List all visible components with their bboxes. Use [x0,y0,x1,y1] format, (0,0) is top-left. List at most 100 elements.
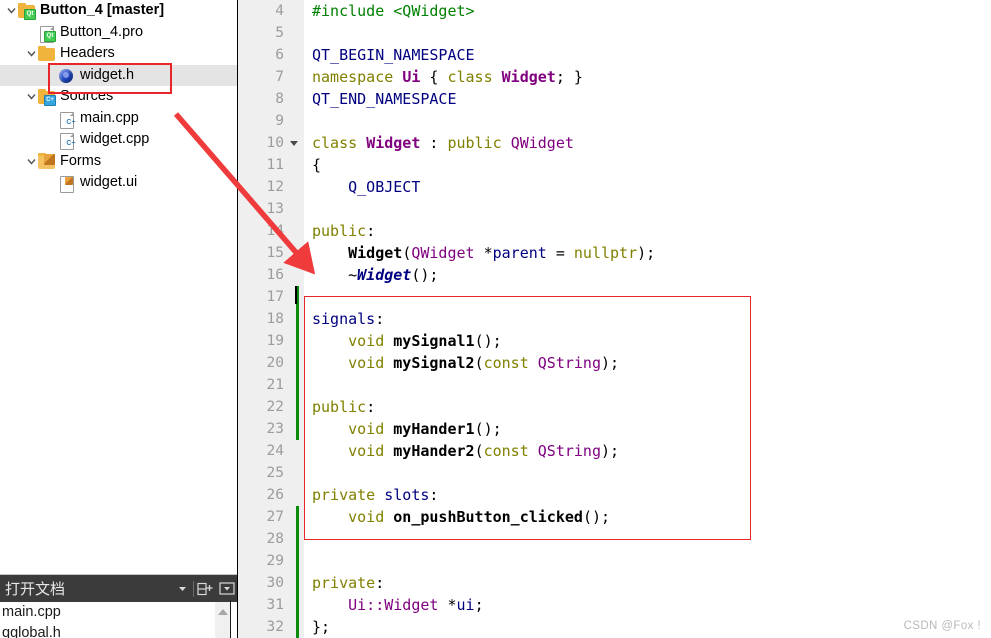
code-line[interactable]: 15 Widget(QWidget *parent = nullptr); [238,242,991,264]
line-number: 29 [266,553,284,569]
code-line[interactable]: 22 public: [238,396,991,418]
code-line[interactable]: 18 signals: [238,308,991,330]
tree-item-label: widget.ui [80,174,138,190]
line-number: 5 [275,25,284,41]
open-document-item[interactable]: qglobal.h [0,623,238,638]
project-tree[interactable]: Qt Button_4 [master] Qt Button_4.pro Headers… [0,0,238,194]
tree-item-sources[interactable]: C+ Sources [0,86,238,108]
code-line[interactable]: 32}; [238,616,991,638]
tree-item-headers[interactable]: Headers [0,43,238,65]
tree-item-widget.ui[interactable]: widget.ui [0,172,238,194]
panel-edge [230,600,231,638]
tree-item-widget.cpp[interactable]: C+ widget.cpp [0,129,238,151]
code-line[interactable]: 27 void on_pushButton_clicked(); [238,506,991,528]
code-editor[interactable]: 4 #include <QWidget> 5 6 QT_BEGIN_NAMESPACE 7… [238,0,991,638]
tree-item-forms[interactable]: Forms [0,151,238,173]
tree-item-label: Sources [60,88,114,104]
open-documents-scrollbar[interactable] [215,602,231,638]
open-documents-title: 打开文档 [5,580,66,598]
line-number: 8 [275,91,284,107]
line-number: 32 [266,619,284,635]
chevron-down-icon[interactable] [4,0,18,22]
ui-file-icon [58,174,75,194]
code-text: public: [312,398,376,416]
code-text: }; [312,618,331,636]
code-line[interactable]: 21 [238,374,991,396]
line-number: 30 [266,575,284,591]
minimize-pane-icon[interactable] [216,575,238,602]
line-number: 25 [266,465,284,481]
code-line[interactable]: 19 void mySignal1(); [238,330,991,352]
tree-item-label: main.cpp [80,109,139,126]
open-documents-panel[interactable]: 打开文档 main.cpp qglobal.h [0,575,238,638]
code-line[interactable]: 31 Ui::Widget *ui; [238,594,991,616]
code-line[interactable]: 11 { [238,154,991,176]
scroll-up-arrow-icon[interactable] [218,609,228,615]
chevron-down-icon[interactable] [24,151,38,173]
line-number: 10 [266,135,284,151]
code-text: void myHander1(); [312,420,502,438]
code-line[interactable]: 17 [238,286,991,308]
project-tree-panel[interactable]: Qt Button_4 [master] Qt Button_4.pro Headers… [0,0,238,575]
code-text: void mySignal1(); [312,332,502,350]
code-line[interactable]: 29 [238,550,991,572]
code-text: QT_END_NAMESPACE [312,90,457,108]
code-line[interactable]: 30 private: [238,572,991,594]
code-text: Widget(QWidget *parent = nullptr); [348,244,656,262]
line-number: 23 [266,421,284,437]
code-line[interactable]: 4 #include <QWidget> [238,0,991,22]
code-line[interactable]: 12 Q_OBJECT [238,176,991,198]
code-text: Q_OBJECT [312,178,421,196]
line-number: 15 [266,245,284,261]
code-line[interactable]: 20 void mySignal2(const QString); [238,352,991,374]
code-line[interactable]: 23 void myHander1(); [238,418,991,440]
code-line[interactable]: 10 class Widget : public QWidget [238,132,991,154]
tree-item-widget.h[interactable]: widget.h [0,64,238,86]
code-line[interactable]: 13 [238,198,991,220]
open-documents-list[interactable]: main.cpp qglobal.h [0,602,238,638]
tree-item-main.cpp[interactable]: C+ main.cpp [0,108,238,130]
line-number: 20 [266,355,284,371]
code-line[interactable]: 8 QT_END_NAMESPACE [238,88,991,110]
code-text: private: [312,574,385,592]
code-line[interactable]: 14 public: [238,220,991,242]
line-number: 17 [266,289,284,305]
folder-forms-icon [38,153,55,170]
line-number: 28 [266,531,284,547]
line-number: 7 [275,69,284,85]
line-number: 12 [266,179,284,195]
tree-item-button_4.pro[interactable]: Qt Button_4.pro [0,22,238,44]
code-line[interactable]: 24 void myHander2(const QString); [238,440,991,462]
folder-icon [38,45,55,62]
tree-item-button_4--master-[interactable]: Qt Button_4 [master] [0,0,238,22]
tree-item-label: Button_4.pro [60,23,144,40]
fold-toggle-icon[interactable] [288,132,300,154]
code-text: void myHander2(const QString); [312,442,620,460]
code-lines[interactable]: 4 #include <QWidget> 5 6 QT_BEGIN_NAMESPACE 7… [238,0,991,638]
code-line[interactable]: 16 ~Widget(); [238,264,991,286]
code-line[interactable]: 26 private slots: [238,484,991,506]
line-number: 22 [266,399,284,415]
chevron-down-icon[interactable] [171,575,193,602]
line-number: 21 [266,377,284,393]
line-number: 27 [266,509,284,525]
open-documents-header: 打开文档 [0,575,238,602]
line-number: 14 [266,223,284,239]
qt-pro-file-icon: Qt [38,24,56,43]
chevron-down-icon[interactable] [24,43,38,65]
split-pane-add-icon[interactable] [194,575,216,602]
chevron-down-icon[interactable] [24,86,38,108]
tree-item-label: widget.h [80,66,135,83]
code-line[interactable]: 5 [238,22,991,44]
code-line[interactable]: 25 [238,462,991,484]
code-line[interactable]: 7 namespace Ui { class Widget; } [238,66,991,88]
code-text: Ui::Widget *ui; [348,596,484,614]
code-line[interactable]: 9 [238,110,991,132]
open-document-item[interactable]: main.cpp [0,602,238,623]
code-text: public: [312,222,376,240]
tree-item-label: Button_4 [master] [40,2,165,18]
code-line[interactable]: 6 QT_BEGIN_NAMESPACE [238,44,991,66]
code-text: namespace Ui { class Widget; } [312,68,583,86]
code-line[interactable]: 28 [238,528,991,550]
